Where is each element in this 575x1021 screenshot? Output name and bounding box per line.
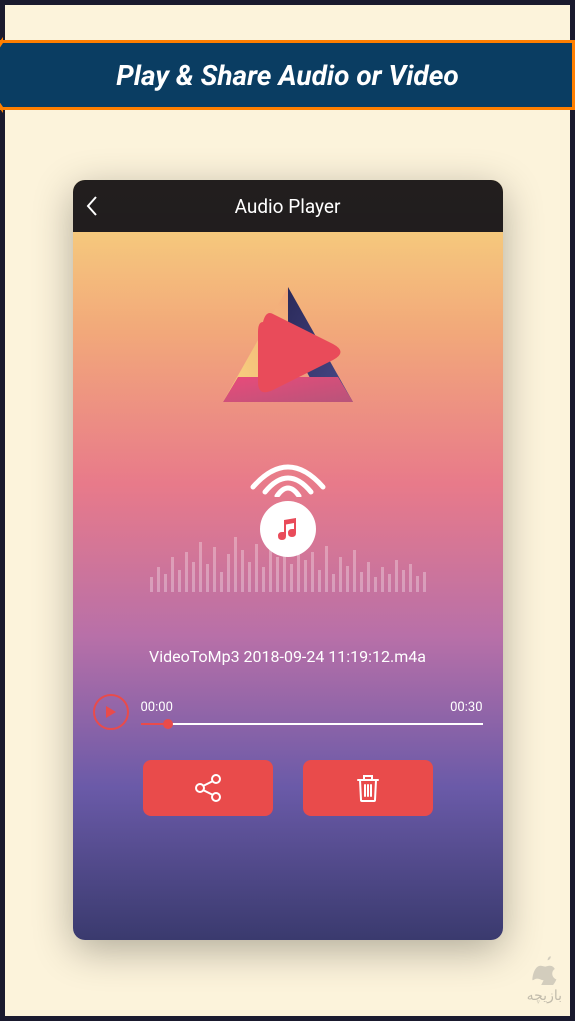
time-labels: 00:00 00:30 — [141, 700, 483, 715]
promo-banner: Play & Share Audio or Video — [0, 40, 575, 110]
watermark: بازیچه — [527, 953, 562, 1004]
player-content: VideoToMp3 2018-09-24 11:19:12.m4a 00:00… — [73, 232, 503, 940]
apple-icon — [530, 953, 558, 985]
trash-icon — [355, 773, 381, 803]
progress-handle[interactable] — [163, 719, 173, 729]
progress-bar[interactable]: 00:00 00:30 — [141, 700, 483, 725]
back-button[interactable] — [85, 180, 115, 232]
delete-button[interactable] — [303, 760, 433, 816]
phone-mockup: Audio Player — [73, 180, 503, 940]
play-button[interactable] — [93, 694, 129, 730]
triangle-play-logo — [208, 272, 368, 432]
equalizer-visual — [73, 532, 503, 592]
time-current: 00:00 — [141, 700, 173, 715]
banner-title: Play & Share Audio or Video — [116, 59, 458, 92]
audio-filename: VideoToMp3 2018-09-24 11:19:12.m4a — [149, 647, 426, 666]
promo-frame: Play & Share Audio or Video Audio Player — [0, 0, 575, 1021]
share-button[interactable] — [143, 760, 273, 816]
progress-section: 00:00 00:30 — [93, 694, 483, 730]
action-buttons — [143, 760, 433, 816]
play-icon — [105, 705, 117, 719]
watermark-text: بازیچه — [527, 987, 562, 1004]
app-title: Audio Player — [115, 195, 461, 218]
time-total: 00:30 — [450, 700, 482, 715]
app-bar: Audio Player — [73, 180, 503, 232]
share-icon — [193, 773, 223, 803]
chevron-left-icon — [85, 195, 99, 217]
wifi-icon — [243, 452, 333, 497]
